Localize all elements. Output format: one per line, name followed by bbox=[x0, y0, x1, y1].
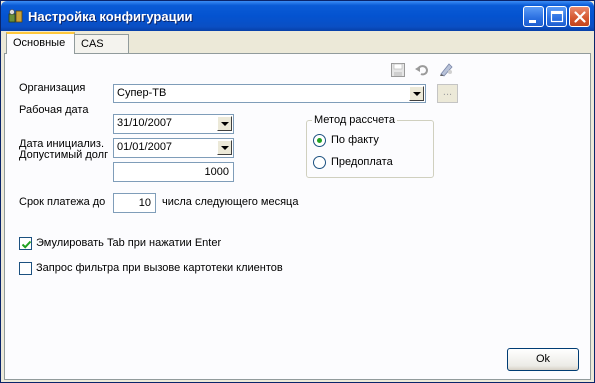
config-window: Настройка конфигурации Основные CAS Орга… bbox=[0, 0, 595, 383]
edit-pen-icon[interactable] bbox=[438, 61, 454, 77]
calc-method-group bbox=[306, 120, 434, 178]
radio-by-fact-label[interactable]: По факту bbox=[331, 134, 379, 146]
radio-selected-dot bbox=[317, 138, 322, 143]
checkbox-emulate-tab[interactable] bbox=[19, 237, 32, 250]
init-date-dropdown-button[interactable] bbox=[217, 140, 232, 155]
close-icon bbox=[574, 11, 586, 23]
work-date-label: Рабочая дата bbox=[19, 104, 89, 116]
checkbox-filter-request-label[interactable]: Запрос фильтра при вызове картотеки клие… bbox=[36, 262, 283, 274]
allowed-debt-input[interactable]: 1000 bbox=[113, 162, 234, 182]
chevron-down-icon bbox=[221, 146, 229, 150]
checkbox-filter-request[interactable] bbox=[19, 262, 32, 275]
work-date-picker[interactable]: 31/10/2007 bbox=[113, 114, 234, 134]
undo-icon[interactable] bbox=[414, 62, 430, 78]
maximize-button[interactable] bbox=[546, 6, 567, 27]
minimize-button[interactable] bbox=[523, 6, 544, 27]
payment-term-suffix: числа следующего месяца bbox=[162, 196, 299, 208]
radio-prepayment-label[interactable]: Предоплата bbox=[331, 156, 393, 168]
checkmark-icon bbox=[21, 240, 32, 249]
work-date-dropdown-button[interactable] bbox=[217, 116, 232, 131]
init-date-picker[interactable]: 01/01/2007 bbox=[113, 138, 234, 158]
calc-method-title: Метод рассчета bbox=[312, 114, 397, 126]
maximize-icon bbox=[550, 10, 564, 23]
tab-cas[interactable]: CAS bbox=[75, 34, 129, 53]
radio-prepayment[interactable] bbox=[313, 156, 326, 169]
tab-main[interactable]: Основные bbox=[6, 32, 75, 54]
organization-dropdown-button[interactable] bbox=[409, 86, 424, 101]
ok-button[interactable]: Ok bbox=[507, 348, 579, 371]
checkbox-emulate-tab-label[interactable]: Эмулировать Tab при нажатии Enter bbox=[36, 237, 221, 249]
save-icon[interactable] bbox=[390, 62, 406, 78]
allowed-debt-label: Допустимый долг bbox=[19, 149, 109, 161]
chevron-down-icon bbox=[221, 122, 229, 126]
organization-browse-button[interactable]: ... bbox=[437, 84, 458, 103]
payment-term-value: 10 bbox=[138, 197, 151, 209]
radio-by-fact[interactable] bbox=[313, 134, 326, 147]
init-date-value: 01/01/2007 bbox=[117, 141, 173, 153]
app-icon bbox=[8, 9, 23, 23]
payment-term-input[interactable]: 10 bbox=[113, 193, 156, 213]
organization-value: Супер-ТВ bbox=[117, 87, 167, 99]
payment-term-label: Срок платежа до bbox=[19, 196, 106, 208]
minimize-icon bbox=[529, 20, 536, 23]
window-title: Настройка конфигурации bbox=[28, 9, 193, 24]
chevron-down-icon bbox=[413, 92, 421, 96]
allowed-debt-value: 1000 bbox=[204, 166, 229, 178]
organization-label: Организация bbox=[19, 82, 86, 94]
close-button[interactable] bbox=[569, 6, 590, 27]
title-bar[interactable]: Настройка конфигурации bbox=[1, 1, 594, 31]
work-date-value: 31/10/2007 bbox=[117, 117, 173, 129]
organization-select[interactable]: Супер-ТВ bbox=[113, 84, 426, 103]
